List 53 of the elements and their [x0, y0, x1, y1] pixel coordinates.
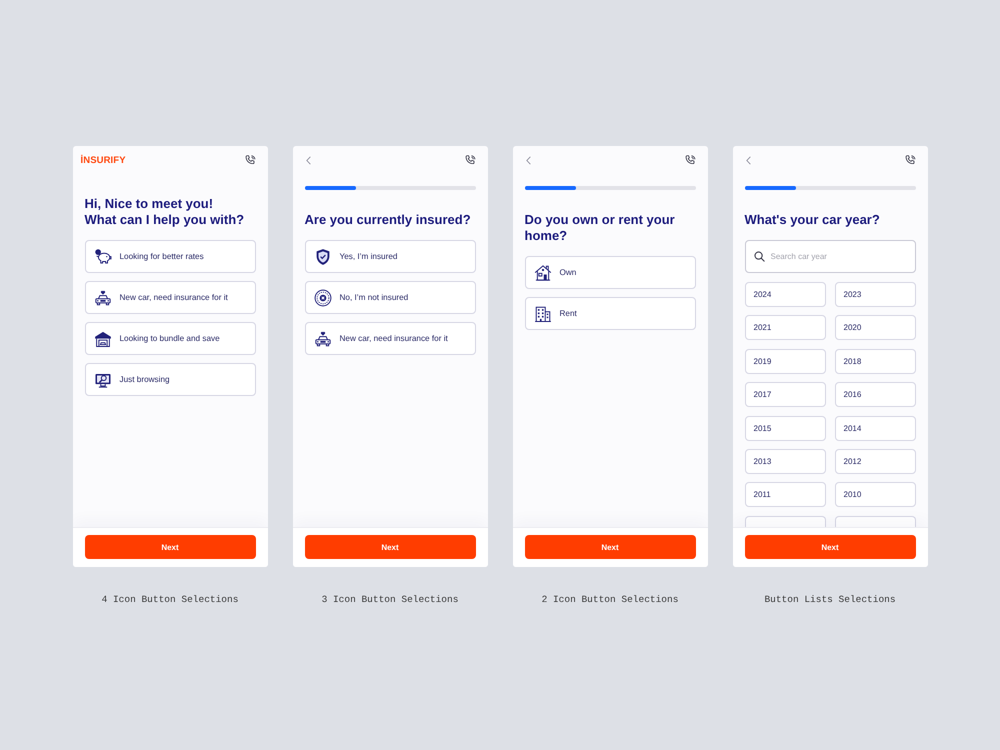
- caption: Button Lists Selections: [764, 594, 896, 606]
- piggy-bank-icon: [94, 248, 112, 266]
- screen-title: Do you own or rent your home?: [524, 212, 676, 244]
- option-button[interactable]: Just browsing: [84, 363, 256, 396]
- option-button[interactable]: Yes, I’m insured: [304, 240, 476, 273]
- year-button[interactable]: 2014: [834, 416, 916, 441]
- car-icon: [94, 288, 112, 306]
- option-button[interactable]: New car, need insurance for it: [304, 322, 476, 355]
- year-button[interactable]: 2023: [834, 282, 916, 307]
- year-button[interactable]: 2017: [744, 382, 826, 408]
- logo: İNSURIFY: [80, 154, 126, 166]
- year-button[interactable]: 2021: [744, 315, 826, 340]
- x-circle-icon: [314, 288, 332, 306]
- screen-title: What's your car year?: [744, 212, 881, 228]
- shield-check-icon: [314, 248, 332, 266]
- year-button[interactable]: 2019: [744, 348, 826, 374]
- phone-icon[interactable]: [244, 154, 256, 166]
- phone-icon[interactable]: [464, 154, 476, 166]
- option-button[interactable]: Looking for better rates: [84, 240, 256, 273]
- screen-title: Hi, Nice to meet you! What can I help you with?: [84, 196, 246, 228]
- next-button[interactable]: Next: [304, 535, 476, 559]
- search-icon: [754, 251, 764, 262]
- garage-icon: [94, 330, 112, 348]
- option-button[interactable]: Looking to bundle and save: [84, 322, 256, 355]
- next-button[interactable]: Next: [744, 535, 916, 559]
- option-button[interactable]: No, I’m not insured: [304, 281, 476, 314]
- back-icon[interactable]: [306, 156, 310, 164]
- year-button[interactable]: 2012: [834, 448, 916, 474]
- phone-icon[interactable]: [904, 154, 916, 166]
- year-button[interactable]: 2020: [834, 315, 916, 340]
- next-button[interactable]: Next: [524, 535, 696, 559]
- year-button[interactable]: 2015: [744, 416, 826, 441]
- back-icon[interactable]: [526, 156, 530, 164]
- caption: 4 Icon Button Selections: [102, 594, 238, 606]
- option-button[interactable]: Rent: [524, 297, 696, 330]
- year-button[interactable]: 2011: [744, 482, 826, 508]
- year-button[interactable]: 2010: [834, 482, 916, 508]
- house-icon: [534, 264, 552, 282]
- back-icon[interactable]: [746, 156, 750, 164]
- year-button[interactable]: 2013: [744, 448, 826, 474]
- year-button[interactable]: 2016: [834, 382, 916, 408]
- year-button[interactable]: 2024: [744, 282, 826, 307]
- car-icon: [314, 330, 332, 348]
- building-icon: [534, 304, 552, 322]
- year-button[interactable]: 2018: [834, 348, 916, 374]
- phone-icon[interactable]: [684, 154, 696, 166]
- option-button[interactable]: New car, need insurance for it: [84, 281, 256, 314]
- screen-title: Are you currently insured?: [304, 212, 472, 228]
- option-button[interactable]: Own: [524, 256, 696, 289]
- caption: 2 Icon Button Selections: [542, 594, 678, 606]
- search-field[interactable]: Search car year: [744, 240, 916, 273]
- caption: 3 Icon Button Selections: [322, 594, 458, 606]
- next-button[interactable]: Next: [84, 535, 256, 559]
